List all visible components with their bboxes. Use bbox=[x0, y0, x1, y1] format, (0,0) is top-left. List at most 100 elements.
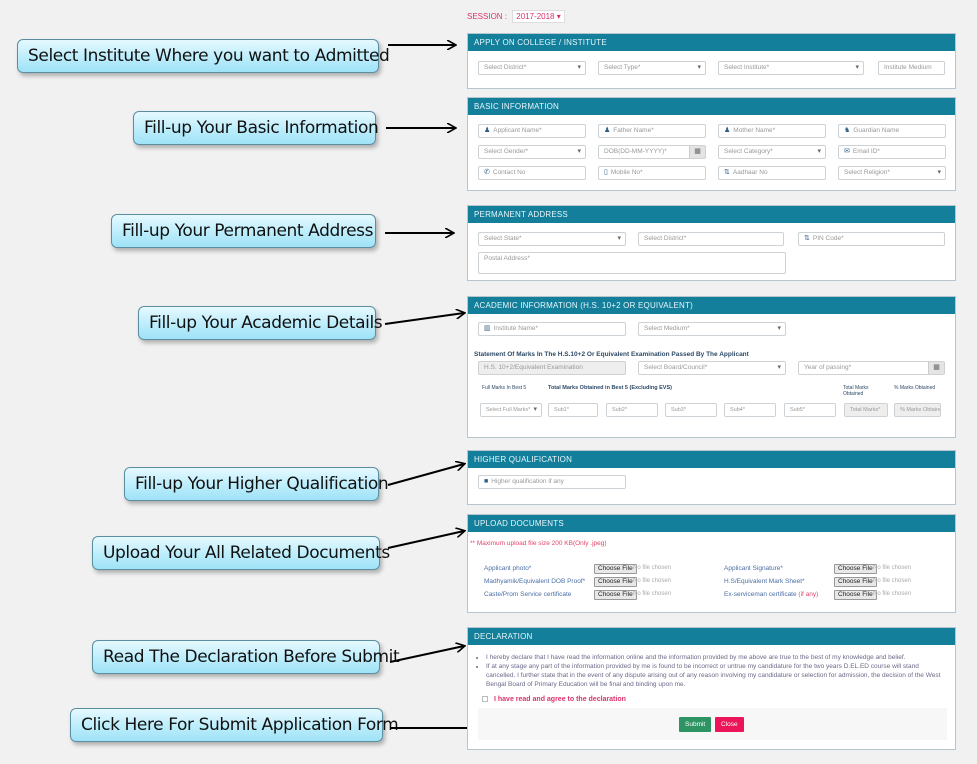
dob-input[interactable]: DOB(DD-MM-YYYY)* ▦ bbox=[598, 145, 706, 159]
religion-select[interactable]: Select Religion* bbox=[838, 166, 946, 180]
type-select[interactable]: Select Type* bbox=[598, 61, 706, 75]
category-select[interactable]: Select Category* bbox=[718, 145, 826, 159]
book-icon: ■ bbox=[484, 478, 489, 485]
panel-academic-information: ACADEMIC INFORMATION (H.S. 10+2 OR EQUIV… bbox=[467, 296, 956, 438]
no-file-text: No file chosen bbox=[873, 578, 912, 584]
panel-title: HIGHER QUALIFICATION bbox=[468, 451, 955, 468]
arrow-higher bbox=[387, 464, 464, 486]
gender-select[interactable]: Select Gender* bbox=[478, 145, 586, 159]
arrow-academic bbox=[384, 313, 464, 325]
district-input[interactable]: Select District* bbox=[638, 232, 784, 246]
agree-checkbox[interactable] bbox=[482, 696, 488, 703]
no-file-text: No file chosen bbox=[633, 578, 672, 584]
agree-label: I have read and agree to the declaration bbox=[494, 696, 626, 703]
panel-title: BASIC INFORMATION bbox=[468, 98, 955, 115]
sub2-input[interactable]: Sub2* bbox=[606, 403, 658, 417]
declaration-point: I hereby declare that I have read the in… bbox=[486, 653, 947, 662]
upload-size-note: ** Maximum upload file size 200 KB(Only … bbox=[470, 540, 607, 547]
choose-file-applicant-photo[interactable]: Choose File bbox=[594, 564, 637, 574]
choose-file-mark-sheet[interactable]: Choose File bbox=[834, 577, 877, 587]
callout-select-institute: Select Institute Where you want to Admit… bbox=[17, 39, 390, 73]
callout-read-declaration: Read The Declaration Before Submit bbox=[92, 640, 400, 674]
callout-higher-qualification: Fill-up Your Higher Qualification bbox=[124, 467, 389, 501]
postal-address-textarea[interactable]: Postal Address* bbox=[478, 252, 786, 274]
session-selector[interactable]: SESSION : 2017-2018 ▾ bbox=[467, 10, 565, 23]
contact-input[interactable]: ✆ Contact No bbox=[478, 166, 586, 180]
arrow-upload bbox=[387, 531, 464, 549]
state-select[interactable]: Select State* bbox=[478, 232, 626, 246]
callout-submit-application: Click Here For Submit Application Form bbox=[70, 708, 399, 742]
callout-permanent-address: Fill-up Your Permanent Address bbox=[111, 214, 376, 248]
choose-file-applicant-signature[interactable]: Choose File bbox=[834, 564, 877, 574]
doc-label-dob-proof: Madhyamik/Equivalent DOB Proof* bbox=[484, 578, 586, 585]
declaration-point: If at any stage any part of the informat… bbox=[486, 662, 947, 689]
users-icon: ♞ bbox=[844, 127, 851, 134]
bank-icon: ▥ bbox=[484, 325, 491, 332]
sub5-input[interactable]: Sub5* bbox=[784, 403, 836, 417]
panel-title: ACADEMIC INFORMATION (H.S. 10+2 OR EQUIV… bbox=[468, 297, 955, 314]
declaration-list: I hereby declare that I have read the in… bbox=[478, 653, 947, 689]
sort-icon: ⇅ bbox=[804, 235, 810, 242]
panel-permanent-address: PERMANENT ADDRESS Select State* Select D… bbox=[467, 205, 956, 281]
panel-basic-information: BASIC INFORMATION ♟ Applicant Name* ♟ Fath… bbox=[467, 97, 956, 191]
col-marks-obtained: Total Marks Obtained in Best 5 (Excludin… bbox=[548, 385, 672, 391]
callout-basic-information: Fill-up Your Basic Information bbox=[133, 111, 379, 145]
doc-label-mark-sheet: H.S/Equivalent Mark Sheet* bbox=[724, 578, 805, 585]
doc-label-ex-serviceman: Ex-serviceman certificate (if any) bbox=[724, 591, 819, 598]
sub3-input[interactable]: Sub3* bbox=[665, 403, 717, 417]
guardian-name-input[interactable]: ♞ Guardian Name bbox=[838, 124, 946, 138]
board-select[interactable]: Select Board/Council* bbox=[638, 361, 786, 375]
agree-checkbox-row[interactable]: I have read and agree to the declaration bbox=[482, 696, 626, 703]
sub1-input[interactable]: Sub1* bbox=[548, 403, 598, 417]
user-icon: ♟ bbox=[724, 127, 731, 134]
panel-declaration: DECLARATION I hereby declare that I have… bbox=[467, 627, 956, 750]
panel-title: UPLOAD DOCUMENTS bbox=[468, 515, 955, 532]
panel-title: DECLARATION bbox=[468, 628, 955, 645]
submit-button[interactable]: Submit bbox=[679, 717, 712, 732]
phone-icon: ✆ bbox=[484, 169, 490, 176]
no-file-text: No file chosen bbox=[873, 591, 912, 597]
no-file-text: No file chosen bbox=[873, 565, 912, 571]
no-file-text: No file chosen bbox=[633, 565, 672, 571]
mobile-input[interactable]: ▯ Mobile No* bbox=[598, 166, 706, 180]
district-select[interactable]: Select District* bbox=[478, 61, 586, 75]
panel-title: APPLY ON COLLEGE / INSTITUTE bbox=[468, 34, 955, 51]
choose-file-dob-proof[interactable]: Choose File bbox=[594, 577, 637, 587]
email-input[interactable]: ✉ Email ID* bbox=[838, 145, 946, 159]
pin-code-input[interactable]: ⇅ PIN Code* bbox=[798, 232, 945, 246]
panel-upload-documents: UPLOAD DOCUMENTS ** Maximum upload file … bbox=[467, 514, 956, 613]
applicant-name-input[interactable]: ♟ Applicant Name* bbox=[478, 124, 586, 138]
exam-field: H.S. 10+2/Equivalent Examination bbox=[478, 361, 626, 375]
mobile-icon: ▯ bbox=[604, 169, 608, 176]
user-icon: ♟ bbox=[484, 127, 491, 134]
calendar-icon[interactable]: ▦ bbox=[689, 146, 705, 158]
institute-select[interactable]: Select Institute* bbox=[718, 61, 864, 75]
callout-upload-documents: Upload Your All Related Documents bbox=[92, 536, 390, 570]
statement-heading: Statement Of Marks In The H.S.10+2 Or Eq… bbox=[474, 351, 749, 358]
mother-name-input[interactable]: ♟ Mother Name* bbox=[718, 124, 826, 138]
institute-medium-field: Institute Medium bbox=[878, 61, 945, 75]
father-name-input[interactable]: ♟ Father Name* bbox=[598, 124, 706, 138]
doc-label-caste-certificate: Caste/Prom Service certificate bbox=[484, 591, 572, 598]
percent-marks-field: % Marks Obtained bbox=[894, 403, 941, 417]
doc-label-applicant-signature: Applicant Signature* bbox=[724, 565, 783, 572]
doc-label-applicant-photo: Applicant photo* bbox=[484, 565, 532, 572]
panel-higher-qualification: HIGHER QUALIFICATION ■ Higher qualificati… bbox=[467, 450, 956, 505]
user-icon: ♟ bbox=[604, 127, 611, 134]
choose-file-ex-serviceman[interactable]: Choose File bbox=[834, 590, 877, 600]
sub4-input[interactable]: Sub4* bbox=[724, 403, 776, 417]
higher-qualification-input[interactable]: ■ Higher qualification if any bbox=[478, 475, 626, 489]
arrow-declaration bbox=[389, 646, 464, 663]
year-of-passing-input[interactable]: Year of passing* ▦ bbox=[798, 361, 945, 375]
col-total-marks: Total Marks Obtained bbox=[843, 385, 869, 397]
full-marks-select[interactable]: Select Full Marks* bbox=[480, 403, 542, 417]
col-percent-marks: % Marks Obtained bbox=[894, 385, 936, 391]
institute-name-input[interactable]: ▥ Institute Name* bbox=[478, 322, 626, 336]
calendar-icon[interactable]: ▦ bbox=[928, 362, 944, 374]
medium-select[interactable]: Select Medium* bbox=[638, 322, 786, 336]
session-select[interactable]: 2017-2018 ▾ bbox=[512, 10, 565, 23]
choose-file-caste-certificate[interactable]: Choose File bbox=[594, 590, 637, 600]
total-marks-field: Total Marks* bbox=[844, 403, 888, 417]
aadhaar-input[interactable]: ⇅ Aadhaar No bbox=[718, 166, 826, 180]
close-button[interactable]: Close bbox=[715, 717, 744, 732]
